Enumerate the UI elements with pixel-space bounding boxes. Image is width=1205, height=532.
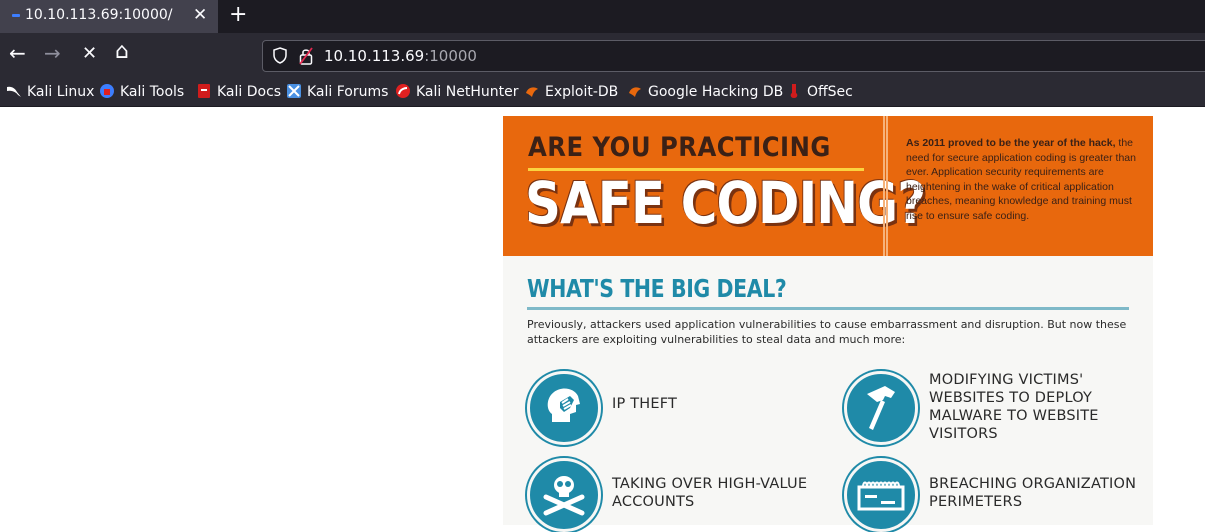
threat-label: TAKING OVER HIGH-VALUE ACCOUNTS (612, 476, 808, 510)
skull-crossbones-icon (527, 458, 601, 532)
kali-dragon-icon (7, 86, 21, 97)
headline-main: SAFE CODING? (525, 169, 926, 237)
address-bar[interactable]: 10.10.113.69:10000 (262, 40, 1205, 72)
tab-close-icon[interactable]: ✕ (193, 5, 207, 25)
back-button[interactable]: ← (9, 41, 26, 65)
tab-title: 10.10.113.69:10000/ (25, 7, 173, 23)
bookmarks-bar: Kali Linux Kali Tools Kali Docs Kali For… (0, 77, 1205, 107)
hammer-icon (844, 371, 918, 445)
banner-blurb: As 2011 proved to be the year of the hac… (906, 137, 1136, 222)
section-title: WHAT'S THE BIG DEAL? (527, 274, 787, 303)
kali-tools-icon (100, 84, 114, 98)
bookmark-exploit-db[interactable]: Exploit-DB (524, 83, 618, 100)
page-content: ARE YOU PRACTICING SAFE CODING? As 2011 … (0, 108, 1205, 532)
new-tab-button[interactable]: + (229, 2, 247, 27)
firewall-icon (844, 458, 918, 532)
kali-forums-icon (287, 84, 301, 98)
ghdb-icon (629, 87, 641, 97)
bookmark-kali-linux[interactable]: Kali Linux (6, 83, 94, 100)
tracking-shield-icon[interactable] (273, 47, 287, 64)
threat-label: BREACHING ORGANIZATION PERIMETERS (929, 476, 1137, 510)
url-text[interactable]: 10.10.113.69:10000 (324, 47, 477, 65)
offsec-icon (790, 84, 798, 98)
stop-button[interactable]: ✕ (82, 43, 97, 64)
insecure-lock-icon[interactable] (299, 47, 313, 65)
safe-coding-infographic: ARE YOU PRACTICING SAFE CODING? As 2011 … (503, 116, 1153, 532)
threat-label: MODIFYING VICTIMS' WEBSITES TO DEPLOY MA… (929, 372, 1099, 442)
bookmark-kali-nethunter[interactable]: Kali NetHunter (395, 83, 518, 100)
section-intro: Previously, attackers used application v… (527, 318, 1127, 346)
tab-bar: 10.10.113.69:10000/ ✕ + (0, 0, 1205, 33)
bookmark-google-hacking-db[interactable]: Google Hacking DB (627, 83, 783, 100)
bookmark-kali-tools[interactable]: Kali Tools (99, 83, 184, 100)
home-button[interactable]: ⌂ (115, 39, 129, 64)
forward-button[interactable]: → (44, 41, 61, 65)
kali-nethunter-icon (396, 84, 410, 98)
tab-favicon-icon (12, 14, 20, 17)
tab-active[interactable]: 10.10.113.69:10000/ ✕ (0, 0, 218, 33)
bookmark-kali-forums[interactable]: Kali Forums (286, 83, 388, 100)
headline-top: ARE YOU PRACTICING (528, 132, 831, 163)
infographic-banner: ARE YOU PRACTICING SAFE CODING? As 2011 … (503, 116, 1153, 256)
threat-label: IP THEFT (612, 396, 678, 412)
banner-divider (883, 116, 888, 256)
navigation-bar: ← → ✕ ⌂ 10.10.113.69:10000 (0, 33, 1205, 77)
kali-docs-icon (198, 84, 210, 98)
bookmark-offsec[interactable]: OffSec (786, 83, 853, 100)
head-hand-icon (527, 371, 601, 445)
section-rule (527, 307, 1129, 310)
bookmark-kali-docs[interactable]: Kali Docs (196, 83, 281, 100)
exploit-db-icon (526, 87, 538, 97)
